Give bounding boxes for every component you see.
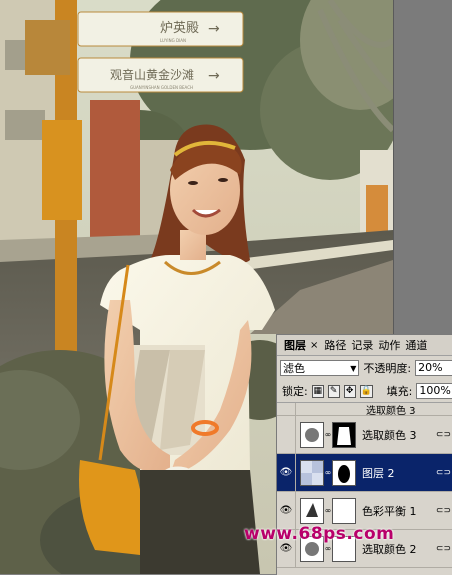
opacity-input[interactable]: 20% bbox=[415, 360, 452, 376]
lock-position-icon[interactable]: ✥ bbox=[343, 384, 356, 398]
link-icon: ∞ bbox=[324, 430, 332, 439]
visibility-toggle[interactable] bbox=[277, 416, 296, 453]
sign-1-arrow: → bbox=[208, 21, 220, 37]
visibility-toggle[interactable] bbox=[277, 403, 296, 415]
canvas-workspace-background bbox=[393, 0, 452, 334]
chain-icon: ⊂⊃ bbox=[435, 543, 451, 554]
fill-label: 填充: bbox=[386, 385, 413, 398]
link-icon: ∞ bbox=[324, 506, 332, 515]
tab-actions[interactable]: 动作 bbox=[377, 337, 401, 353]
layer-name: 选取颜色 3 bbox=[362, 428, 417, 442]
lock-transparency-icon[interactable]: ▦ bbox=[311, 384, 324, 398]
lock-pixels-icon[interactable]: ✎ bbox=[327, 384, 340, 398]
watermark: www.68ps.com bbox=[244, 524, 395, 544]
lock-fill-row: 锁定: ▦ ✎ ✥ 🔒 填充: 100% bbox=[277, 380, 452, 403]
layer-mask-thumbnail bbox=[332, 459, 356, 486]
layer-row-partial[interactable]: 选取颜色 3 bbox=[277, 403, 452, 416]
sign-2-text: 观音山黄金沙滩 bbox=[110, 67, 194, 82]
opacity-label: 不透明度: bbox=[363, 362, 412, 375]
layer-thumbnail bbox=[300, 459, 324, 486]
blend-mode-value: 滤色 bbox=[283, 362, 305, 375]
chain-icon: ⊂⊃ bbox=[435, 505, 451, 516]
tab-paths[interactable]: 路径 bbox=[323, 337, 347, 353]
layer-mask-thumbnail bbox=[332, 497, 356, 524]
close-icon[interactable]: × bbox=[310, 340, 318, 351]
lock-label: 锁定: bbox=[282, 385, 308, 398]
tab-channels[interactable]: 通道 bbox=[404, 337, 428, 353]
layer-row[interactable]: ∞ 选取颜色 3 ⊂⊃ bbox=[277, 416, 452, 454]
chain-icon: ⊂⊃ bbox=[435, 429, 451, 440]
fill-input[interactable]: 100% bbox=[416, 383, 452, 399]
chain-icon: ⊂⊃ bbox=[435, 467, 451, 478]
sign-1-subtext: LUYING DIAN bbox=[160, 38, 186, 43]
layer-name: 选取颜色 3 bbox=[366, 405, 416, 416]
sign-1-text: 炉英殿 bbox=[160, 21, 199, 36]
blend-mode-select[interactable]: 滤色 ▼ bbox=[280, 360, 360, 376]
panel-tabs: 图层 × 路径 记录 动作 通道 bbox=[277, 335, 452, 356]
tab-layers[interactable]: 图层 bbox=[283, 337, 307, 353]
link-icon: ∞ bbox=[324, 544, 332, 553]
sign-2-subtext: GUANYINSHAN GOLDEN BEACH bbox=[130, 85, 193, 90]
link-icon: ∞ bbox=[324, 468, 332, 477]
sign-2-arrow: → bbox=[208, 68, 220, 84]
chevron-down-icon: ▼ bbox=[350, 363, 357, 373]
adjustment-layer-thumbnail bbox=[300, 421, 324, 448]
layer-row-selected[interactable]: 👁 ∞ 图层 2 ⊂⊃ bbox=[277, 454, 452, 492]
adjustment-layer-thumbnail bbox=[300, 497, 324, 524]
tab-history[interactable]: 记录 bbox=[350, 337, 374, 353]
layer-name: 色彩平衡 1 bbox=[362, 504, 417, 518]
layer-name: 图层 2 bbox=[362, 466, 395, 480]
blend-opacity-row: 滤色 ▼ 不透明度: 20% bbox=[277, 356, 452, 380]
layer-mask-thumbnail bbox=[332, 421, 356, 448]
lock-all-icon[interactable]: 🔒 bbox=[359, 384, 373, 398]
eye-icon[interactable]: 👁 bbox=[277, 454, 296, 491]
